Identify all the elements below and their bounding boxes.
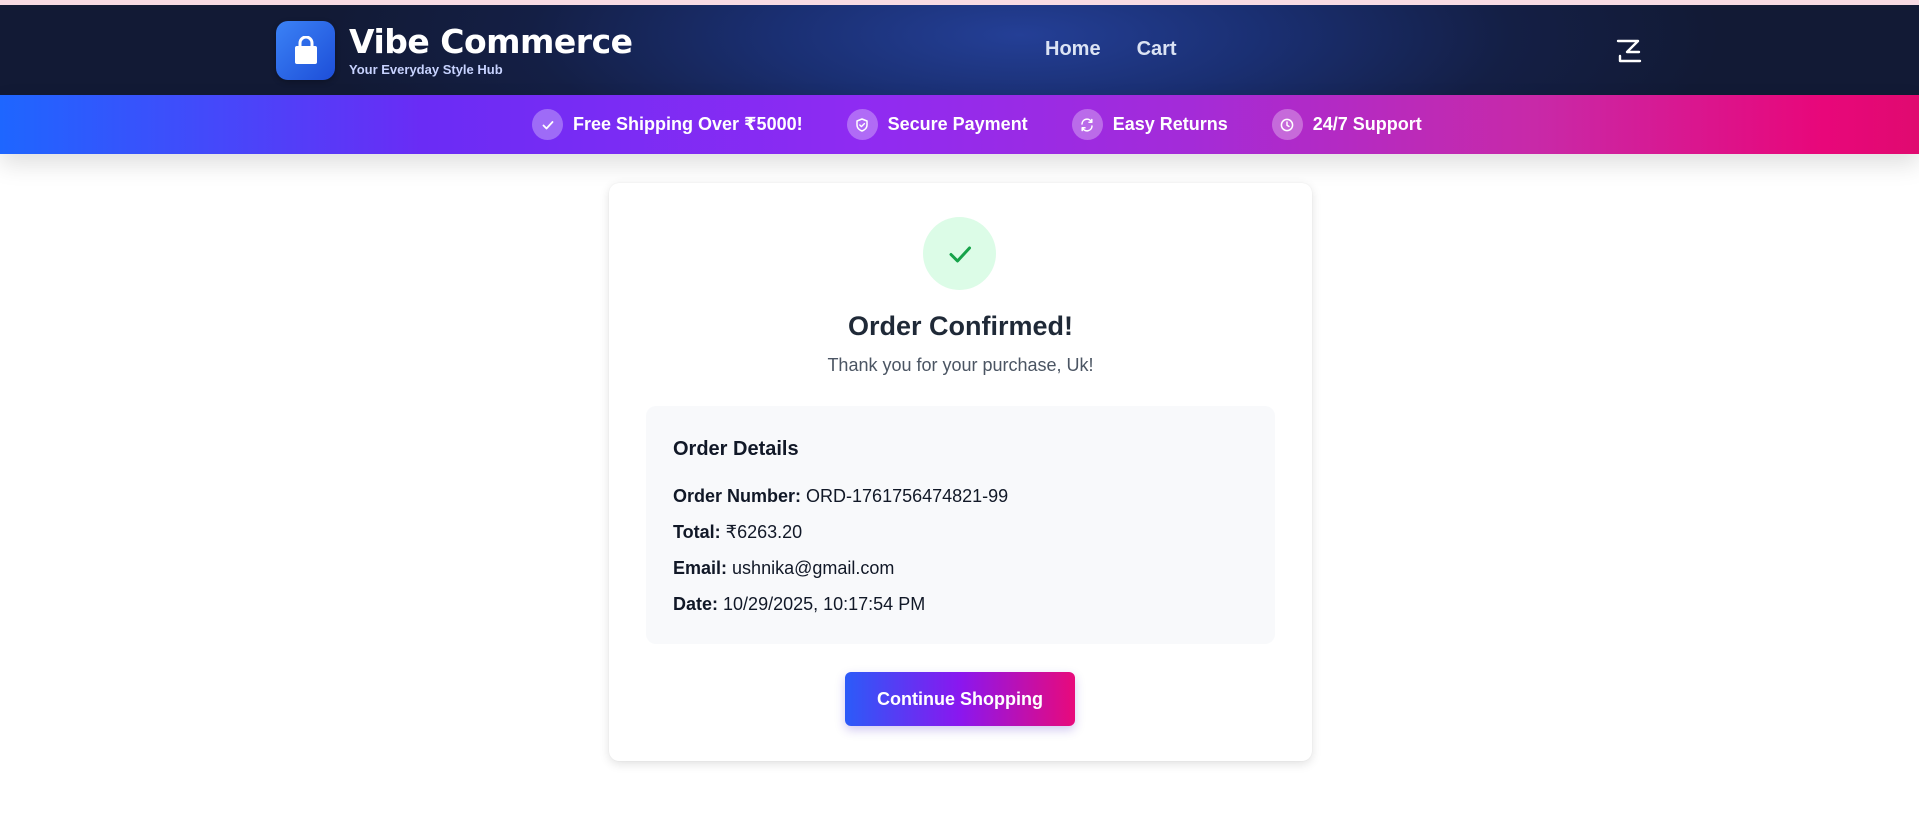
promo-item-easy-returns: Easy Returns: [1071, 109, 1228, 140]
nav-cart-link[interactable]: Cart: [1137, 38, 1177, 61]
promo-item-secure-payment: Secure Payment: [846, 109, 1028, 140]
main-nav: Home Cart: [1045, 38, 1177, 61]
brand-title: Vibe Commerce: [349, 21, 633, 61]
check-icon: [532, 109, 563, 140]
cart-icon[interactable]: [1614, 36, 1644, 66]
refresh-icon: [1071, 109, 1103, 140]
order-number-value: ORD-1761756474821-99: [806, 486, 1009, 506]
promo-label: 24/7 Support: [1312, 114, 1422, 134]
order-date-value: 10/29/2025, 10:17:54 PM: [723, 594, 926, 614]
order-email-row: Email: ushnika@gmail.com: [673, 550, 1248, 586]
success-check-icon: [923, 217, 996, 290]
continue-shopping-button[interactable]: Continue Shopping: [845, 672, 1075, 726]
promo-item-free-shipping: Free Shipping Over ₹5000!: [532, 109, 803, 140]
clock-icon: [1271, 109, 1303, 140]
order-details-heading: Order Details: [673, 438, 799, 460]
order-number-row: Order Number: ORD-1761756474821-99: [673, 478, 1248, 514]
order-email-label: Email:: [673, 558, 728, 578]
promo-label: Easy Returns: [1112, 114, 1228, 134]
brand[interactable]: Vibe Commerce Your Everyday Style Hub: [276, 21, 633, 80]
order-total-value: ₹6263.20: [725, 522, 803, 542]
shield-icon: [846, 109, 878, 140]
confirmation-title: Order Confirmed!: [847, 311, 1074, 341]
brand-tagline: Your Everyday Style Hub: [349, 61, 503, 77]
order-email-value: ushnika@gmail.com: [732, 558, 895, 578]
order-confirmation-card: Order Confirmed! Thank you for your purc…: [609, 183, 1312, 761]
order-date-label: Date:: [673, 594, 719, 614]
shopping-bag-icon: [276, 21, 335, 80]
promo-label: Free Shipping Over ₹5000!: [573, 114, 803, 134]
order-date-row: Date: 10/29/2025, 10:17:54 PM: [673, 586, 1248, 622]
order-total-label: Total:: [673, 522, 721, 542]
order-number-label: Order Number:: [673, 486, 802, 506]
confirmation-subtitle: Thank you for your purchase, Uk!: [827, 355, 1094, 375]
promo-bar: Free Shipping Over ₹5000! Secure Payment: [0, 95, 1919, 154]
promo-label: Secure Payment: [887, 114, 1028, 134]
order-total-row: Total: ₹6263.20: [673, 514, 1248, 550]
site-header: Vibe Commerce Your Everyday Style Hub Ho…: [0, 5, 1919, 95]
order-details-panel: Order Details Order Number: ORD-17617564…: [646, 406, 1275, 644]
nav-home-link[interactable]: Home: [1045, 38, 1101, 61]
promo-item-support: 24/7 Support: [1271, 109, 1422, 140]
